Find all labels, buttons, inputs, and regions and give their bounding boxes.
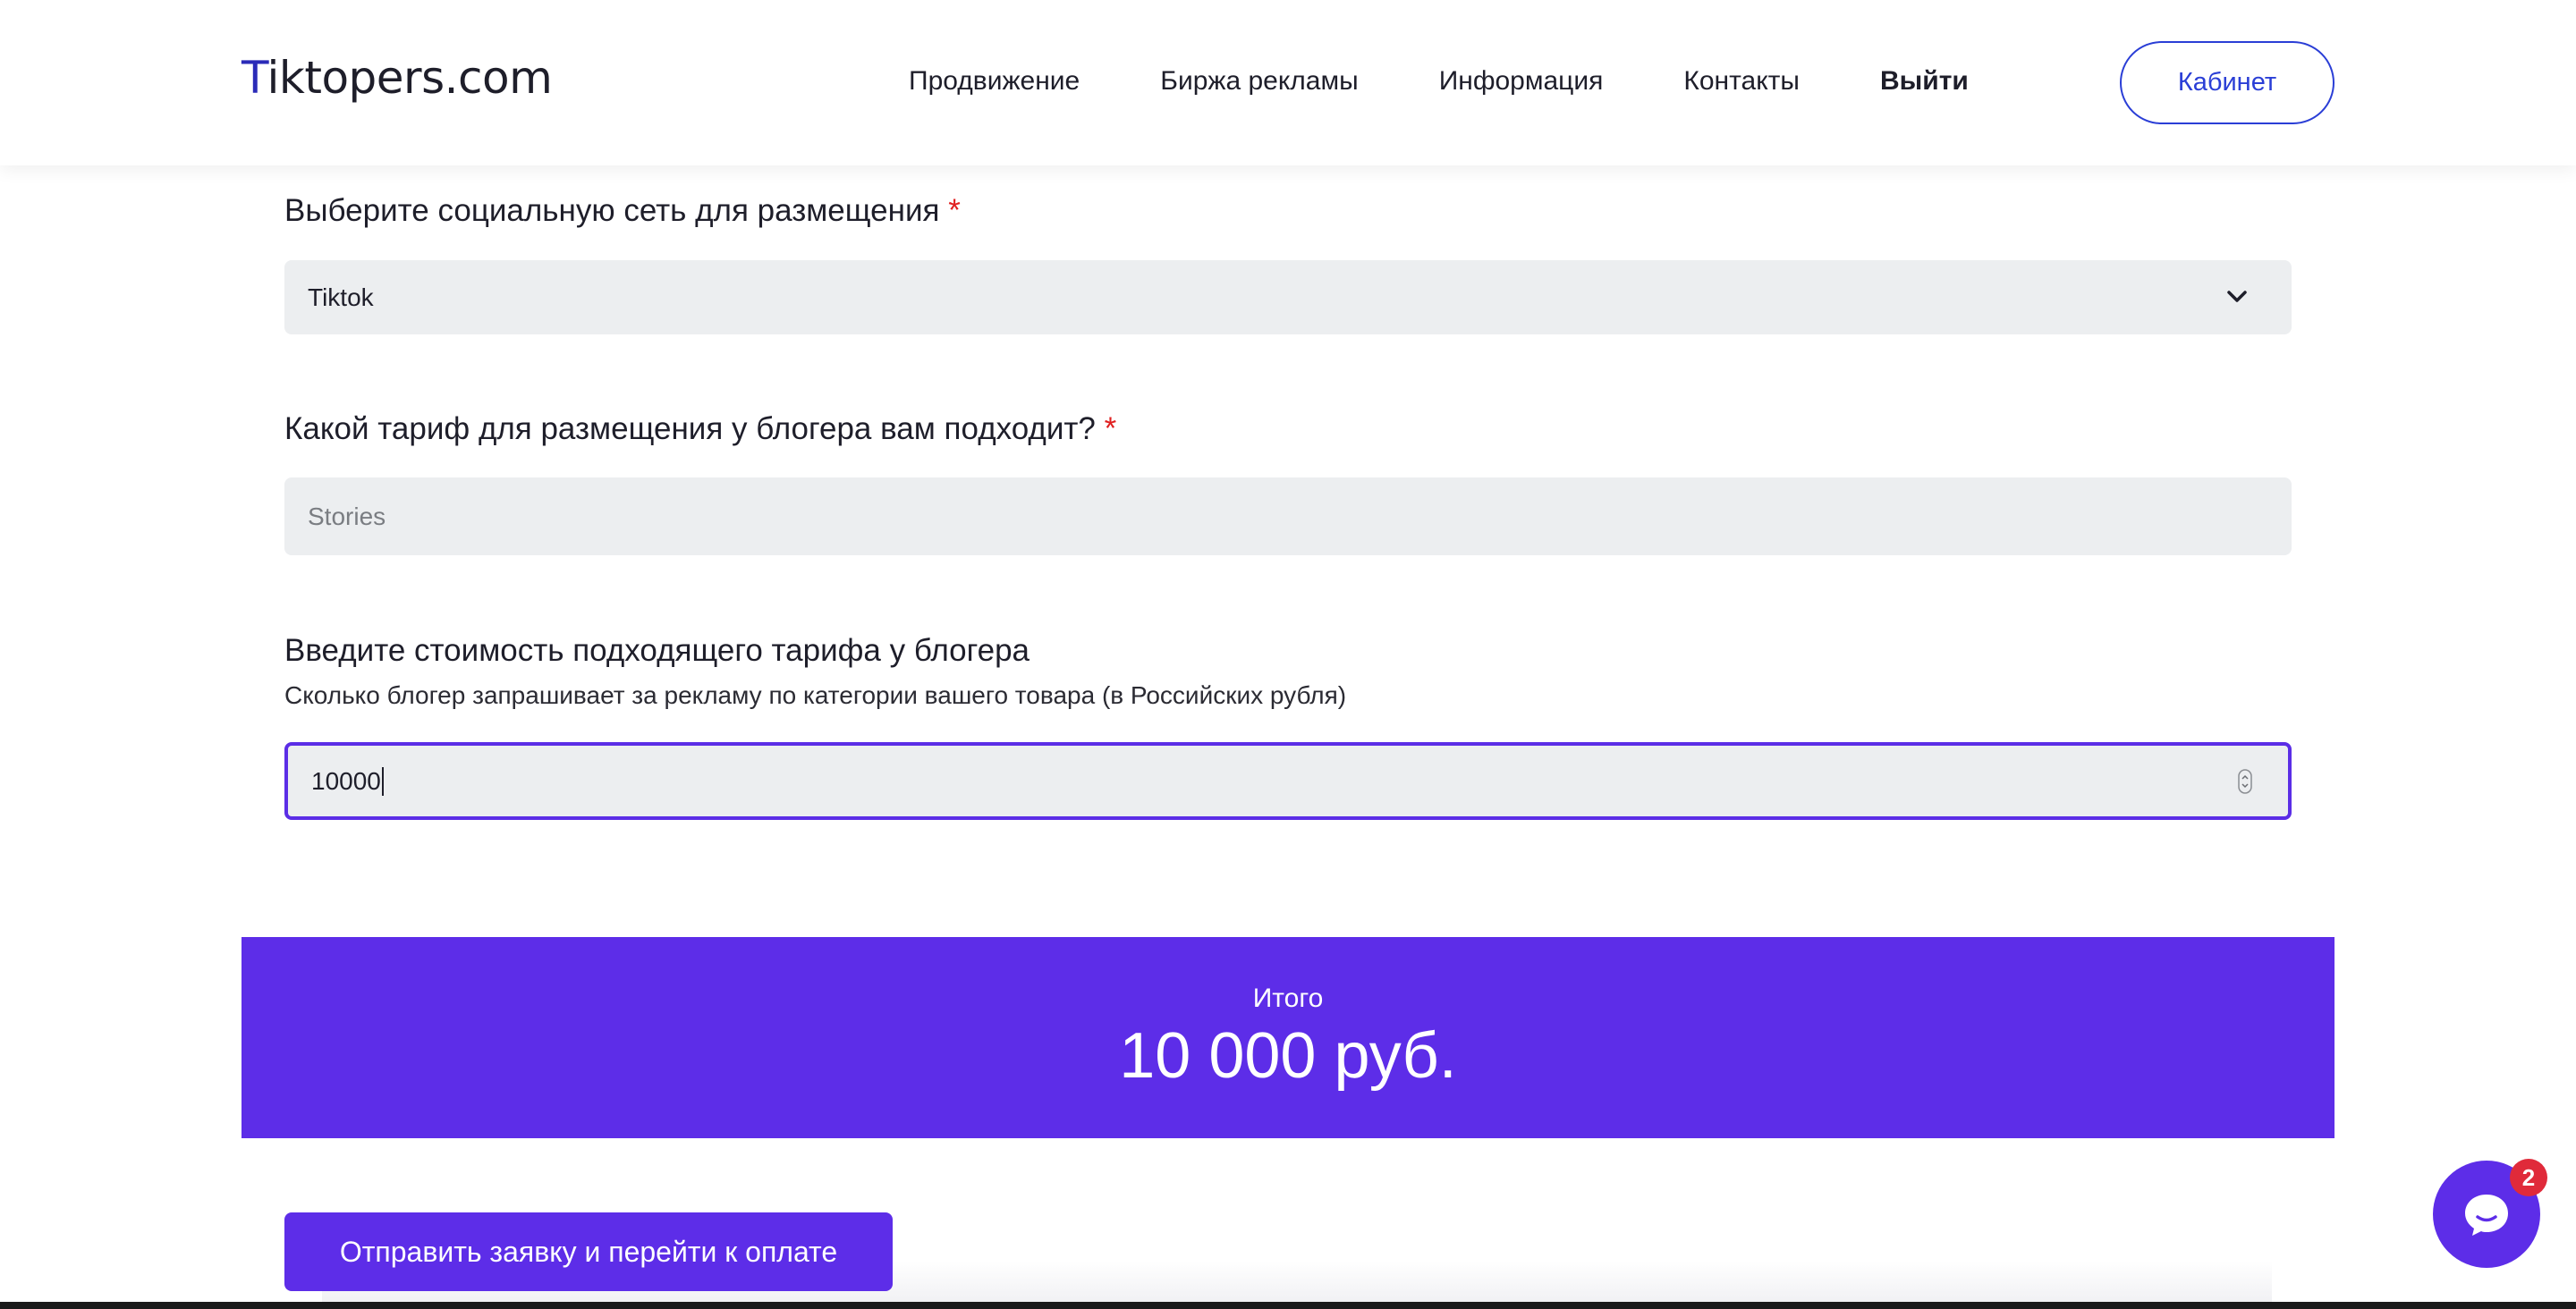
nav-item-promotion[interactable]: Продвижение bbox=[909, 66, 1080, 97]
tariff-label-text: Какой тариф для размещения у блогера вам… bbox=[284, 411, 1096, 446]
required-asterisk: * bbox=[948, 193, 961, 228]
network-select[interactable]: Tiktok bbox=[284, 260, 2292, 334]
main-nav: Продвижение Биржа рекламы Информация Кон… bbox=[909, 66, 1969, 97]
tariff-input[interactable]: Stories bbox=[284, 477, 2292, 555]
required-asterisk: * bbox=[1104, 411, 1117, 446]
chat-bubble-icon bbox=[2465, 1195, 2508, 1236]
logo-letter: T bbox=[242, 52, 267, 104]
total-panel: Итого 10 000 руб. bbox=[242, 937, 2334, 1138]
total-amount: 10 000 руб. bbox=[1119, 1020, 1457, 1092]
tariff-input-placeholder: Stories bbox=[308, 502, 386, 530]
nav-item-ad-exchange[interactable]: Биржа рекламы bbox=[1160, 66, 1358, 97]
price-field-label: Введите стоимость подходящего тарифа у б… bbox=[284, 633, 1030, 668]
nav-item-information[interactable]: Информация bbox=[1439, 66, 1604, 97]
site-logo[interactable]: Tiktopers.com bbox=[242, 52, 553, 104]
tariff-field-label: Какой тариф для размещения у блогера вам… bbox=[284, 411, 1116, 447]
price-input-value: 10000 bbox=[311, 766, 381, 795]
price-input[interactable]: 10000 bbox=[284, 742, 2292, 820]
network-field-label: Выберите социальную сеть для размещения … bbox=[284, 193, 961, 229]
nav-item-contacts[interactable]: Контакты bbox=[1683, 66, 1800, 97]
cabinet-button[interactable]: Кабинет bbox=[2120, 41, 2334, 124]
nav-item-logout[interactable]: Выйти bbox=[1880, 66, 1969, 97]
price-field-hint: Сколько блогер запрашивает за рекламу по… bbox=[284, 681, 1347, 709]
text-caret bbox=[381, 766, 384, 796]
site-header: Tiktopers.com Продвижение Биржа рекламы … bbox=[0, 0, 2576, 165]
logo-text: iktopers.com bbox=[267, 52, 553, 104]
network-label-text: Выберите социальную сеть для размещения bbox=[284, 193, 940, 228]
chat-notification-badge: 2 bbox=[2510, 1159, 2547, 1196]
submit-order-button[interactable]: Отправить заявку и перейти к оплате bbox=[284, 1212, 893, 1291]
window-bottom-edge bbox=[0, 1302, 2576, 1309]
network-select-value: Tiktok bbox=[308, 283, 374, 311]
chevron-down-icon bbox=[2227, 291, 2247, 302]
total-label: Итого bbox=[1252, 984, 1324, 1013]
number-spinner-icon[interactable] bbox=[2238, 769, 2252, 794]
